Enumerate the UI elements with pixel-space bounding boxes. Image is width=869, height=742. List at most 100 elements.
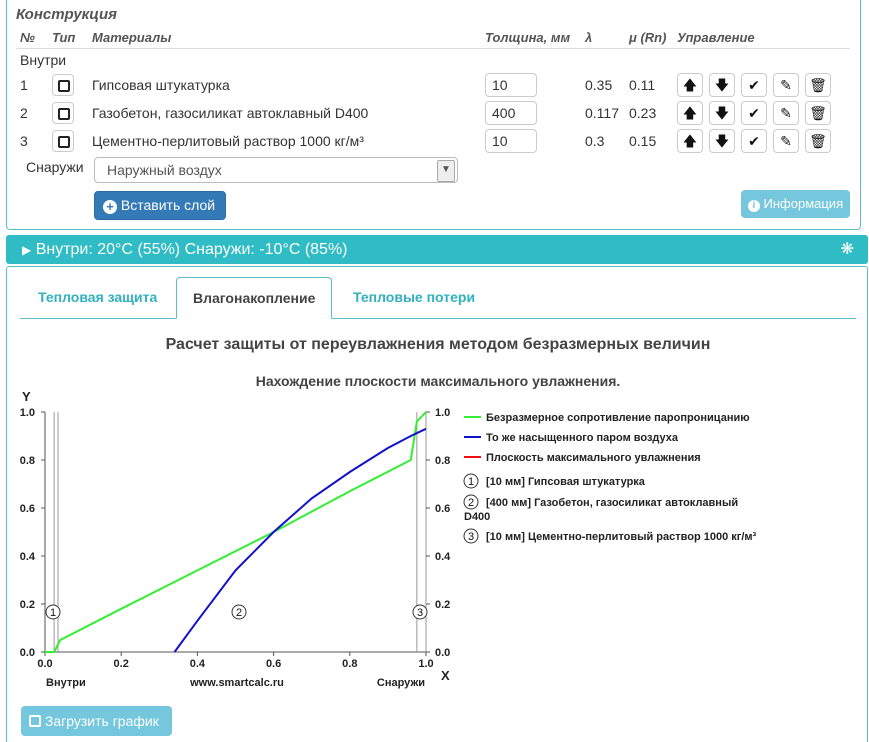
layer-type-icon[interactable]	[52, 102, 74, 124]
legend-layer-text: [400 мм] Газобетон, газосиликат автоклав…	[486, 497, 738, 509]
col-type: Тип	[48, 26, 88, 49]
arrow-down-icon[interactable]: 🡇	[709, 73, 735, 97]
construction-title: Конструкция	[16, 6, 117, 23]
layer-material: Гипсовая штукатурка	[92, 77, 230, 93]
x-tick-label: 0.2	[114, 658, 129, 670]
layer-lambda: 0.117	[585, 105, 619, 121]
info-button[interactable]: i Информация	[741, 190, 850, 218]
y-tick-label-right: 1.0	[435, 407, 450, 419]
y-tick-label: 0.2	[20, 599, 35, 611]
construction-table: № Тип Материалы Толщина, мм λ μ (Rn) Упр…	[16, 26, 850, 155]
arrow-up-icon[interactable]: 🡅	[677, 129, 703, 153]
conditions-text: Внутри: 20°C (55%) Снаружи: -10°C (85%)	[35, 241, 348, 258]
pencil-icon[interactable]: ✎	[773, 73, 799, 97]
arrow-up-icon[interactable]: 🡅	[677, 73, 703, 97]
col-controls: Управление	[673, 26, 850, 49]
layer-mu: 0.23	[629, 105, 657, 121]
legend-entry: Безразмерное сопротивление паропроницани…	[486, 412, 750, 424]
outside-select[interactable]: Наружный воздух ▼	[94, 157, 458, 183]
pencil-icon[interactable]: ✎	[773, 129, 799, 153]
caret-right-icon: ▶	[22, 243, 32, 257]
arrow-down-icon[interactable]: 🡇	[709, 129, 735, 153]
download-chart-button[interactable]: Загрузить график	[21, 706, 172, 736]
thickness-input[interactable]	[485, 73, 537, 97]
col-materials: Материалы	[88, 26, 481, 49]
y-tick-label: 0.6	[20, 503, 35, 515]
arrow-up-icon[interactable]: 🡅	[677, 101, 703, 125]
layer-mu: 0.11	[629, 77, 656, 93]
settings-asterisk-icon[interactable]: ❋	[841, 235, 854, 264]
legend-layer-text-cont: D400	[464, 511, 490, 523]
x-tick-label: 1.0	[418, 658, 433, 670]
x-tick-label: 0.0	[37, 658, 52, 670]
col-thickness: Толщина, мм	[481, 26, 581, 49]
x-tick-label: 0.4	[190, 658, 206, 670]
tab-bar: Тепловая защита Влагонакопление Тепловые…	[20, 277, 856, 319]
layer-num: 2	[20, 105, 28, 121]
check-circle-icon[interactable]: ✔	[741, 73, 767, 97]
y-tick-label-right: 0.8	[435, 455, 450, 467]
outside-select-value: Наружный воздух	[107, 162, 222, 178]
trash-icon[interactable]: 🗑	[805, 129, 831, 153]
check-circle-icon[interactable]: ✔	[741, 129, 767, 153]
layer-marker-label: 3	[417, 607, 423, 619]
check-circle-icon[interactable]: ✔	[741, 101, 767, 125]
legend-entry: Плоскость максимального увлажнения	[486, 452, 701, 464]
conditions-bar[interactable]: ▶ Внутри: 20°C (55%) Снаружи: -10°C (85%…	[6, 235, 868, 264]
info-label: Информация	[763, 196, 844, 211]
legend-entry: То же насыщенного паром воздуха	[486, 432, 679, 444]
layer-material: Цементно-перлитовый раствор 1000 кг/м³	[92, 133, 364, 149]
trash-icon[interactable]: 🗑	[805, 101, 831, 125]
layer-lambda: 0.3	[585, 133, 605, 149]
layer-num: 1	[20, 77, 28, 93]
y-tick-label-right: 0.6	[435, 503, 450, 515]
y-tick-label-right: 0.4	[435, 551, 451, 563]
series-line-1	[173, 427, 427, 653]
layer-type-icon[interactable]	[52, 74, 74, 96]
download-chart-label: Загрузить график	[44, 713, 159, 729]
thickness-input[interactable]	[485, 129, 537, 153]
arrow-down-icon[interactable]: 🡇	[709, 101, 735, 125]
y-tick-label: 0.4	[20, 551, 36, 563]
y-axis-label: Y	[22, 389, 31, 404]
download-icon	[29, 715, 41, 727]
info-icon: i	[747, 200, 760, 212]
trash-icon[interactable]: 🗑	[805, 73, 831, 97]
x-tick-label: 0.6	[266, 658, 281, 670]
plus-circle-icon: +	[103, 200, 117, 214]
layer-row: 2 Газобетон, газосиликат автоклавный D400…	[16, 99, 850, 127]
layer-marker-label: 2	[236, 607, 242, 619]
thickness-input[interactable]	[485, 101, 537, 125]
tab-heat-loss[interactable]: Тепловые потери	[337, 277, 491, 318]
x-axis-label: X	[441, 668, 450, 683]
x-tick-label: 0.8	[342, 658, 357, 670]
y-tick-label: 1.0	[20, 407, 35, 419]
col-num: №	[16, 26, 48, 49]
tab-moisture[interactable]: Влагонакопление	[176, 277, 333, 319]
inside-label: Внутри	[20, 52, 67, 68]
legend-layer-num: 2	[468, 497, 474, 509]
insert-layer-button[interactable]: + Вставить слой	[94, 191, 226, 220]
outside-label: Снаружи	[26, 159, 84, 175]
col-mu: μ (Rn)	[625, 26, 673, 49]
tab-thermal-protection[interactable]: Тепловая защита	[22, 277, 173, 318]
layer-marker-label: 1	[50, 607, 56, 619]
watermark-url: www.smartcalc.ru	[189, 677, 284, 689]
col-lambda: λ	[581, 26, 625, 49]
layer-mu: 0.15	[629, 133, 657, 149]
pencil-icon[interactable]: ✎	[773, 101, 799, 125]
insert-layer-label: Вставить слой	[120, 197, 216, 213]
moisture-chart: 0.0 0.00.2 0.20.4 0.40.6 0.60.8 0.81.0 1.00.0 0…	[20, 389, 757, 689]
y-tick-label-right: 0.0	[435, 647, 450, 659]
legend-layer-num: 1	[468, 476, 474, 488]
layer-type-icon[interactable]	[52, 130, 74, 152]
legend-layer-text: [10 мм] Цементно-перлитовый раствор 1000…	[486, 531, 757, 543]
inside-axis-label: Внутри	[46, 677, 86, 689]
y-tick-label: 0.0	[20, 647, 35, 659]
y-tick-label-right: 0.2	[435, 599, 450, 611]
layer-material: Газобетон, газосиликат автоклавный D400	[92, 105, 369, 121]
legend-layer-text: [10 мм] Гипсовая штукатурка	[486, 476, 646, 488]
layer-row: 3 Цементно-перлитовый раствор 1000 кг/м³ 0…	[16, 127, 850, 155]
legend-layer-num: 3	[468, 531, 474, 543]
outside-axis-label: Снаружи	[377, 677, 425, 689]
